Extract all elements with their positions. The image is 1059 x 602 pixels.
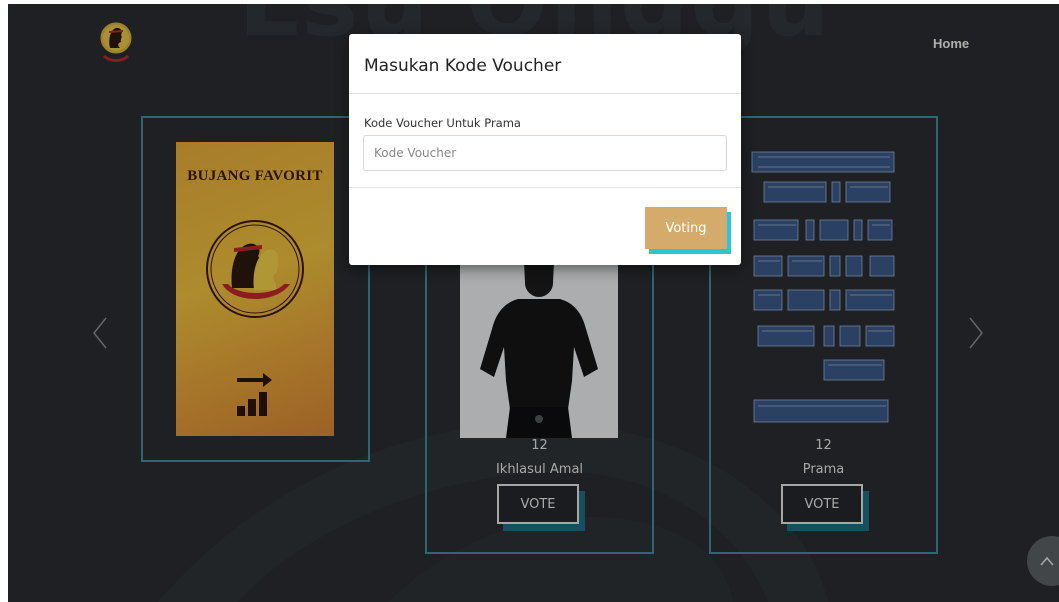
modal-title: Masukan Kode Voucher: [364, 56, 562, 76]
voting-page: Lsu Onggu Home BUJANG FAVORIT: [8, 4, 1059, 602]
page-stage: Lsu Onggu Home BUJANG FAVORIT: [8, 4, 1059, 602]
voucher-modal: Masukan Kode Voucher Kode Voucher Untuk …: [349, 34, 741, 265]
voting-button-wrapper: Voting: [645, 207, 731, 254]
voucher-code-input[interactable]: [363, 135, 727, 171]
modal-header-divider: [349, 93, 741, 94]
voting-submit-button[interactable]: Voting: [645, 207, 727, 249]
modal-footer-divider: [349, 187, 741, 188]
voucher-field-label: Kode Voucher Untuk Prama: [364, 116, 521, 130]
